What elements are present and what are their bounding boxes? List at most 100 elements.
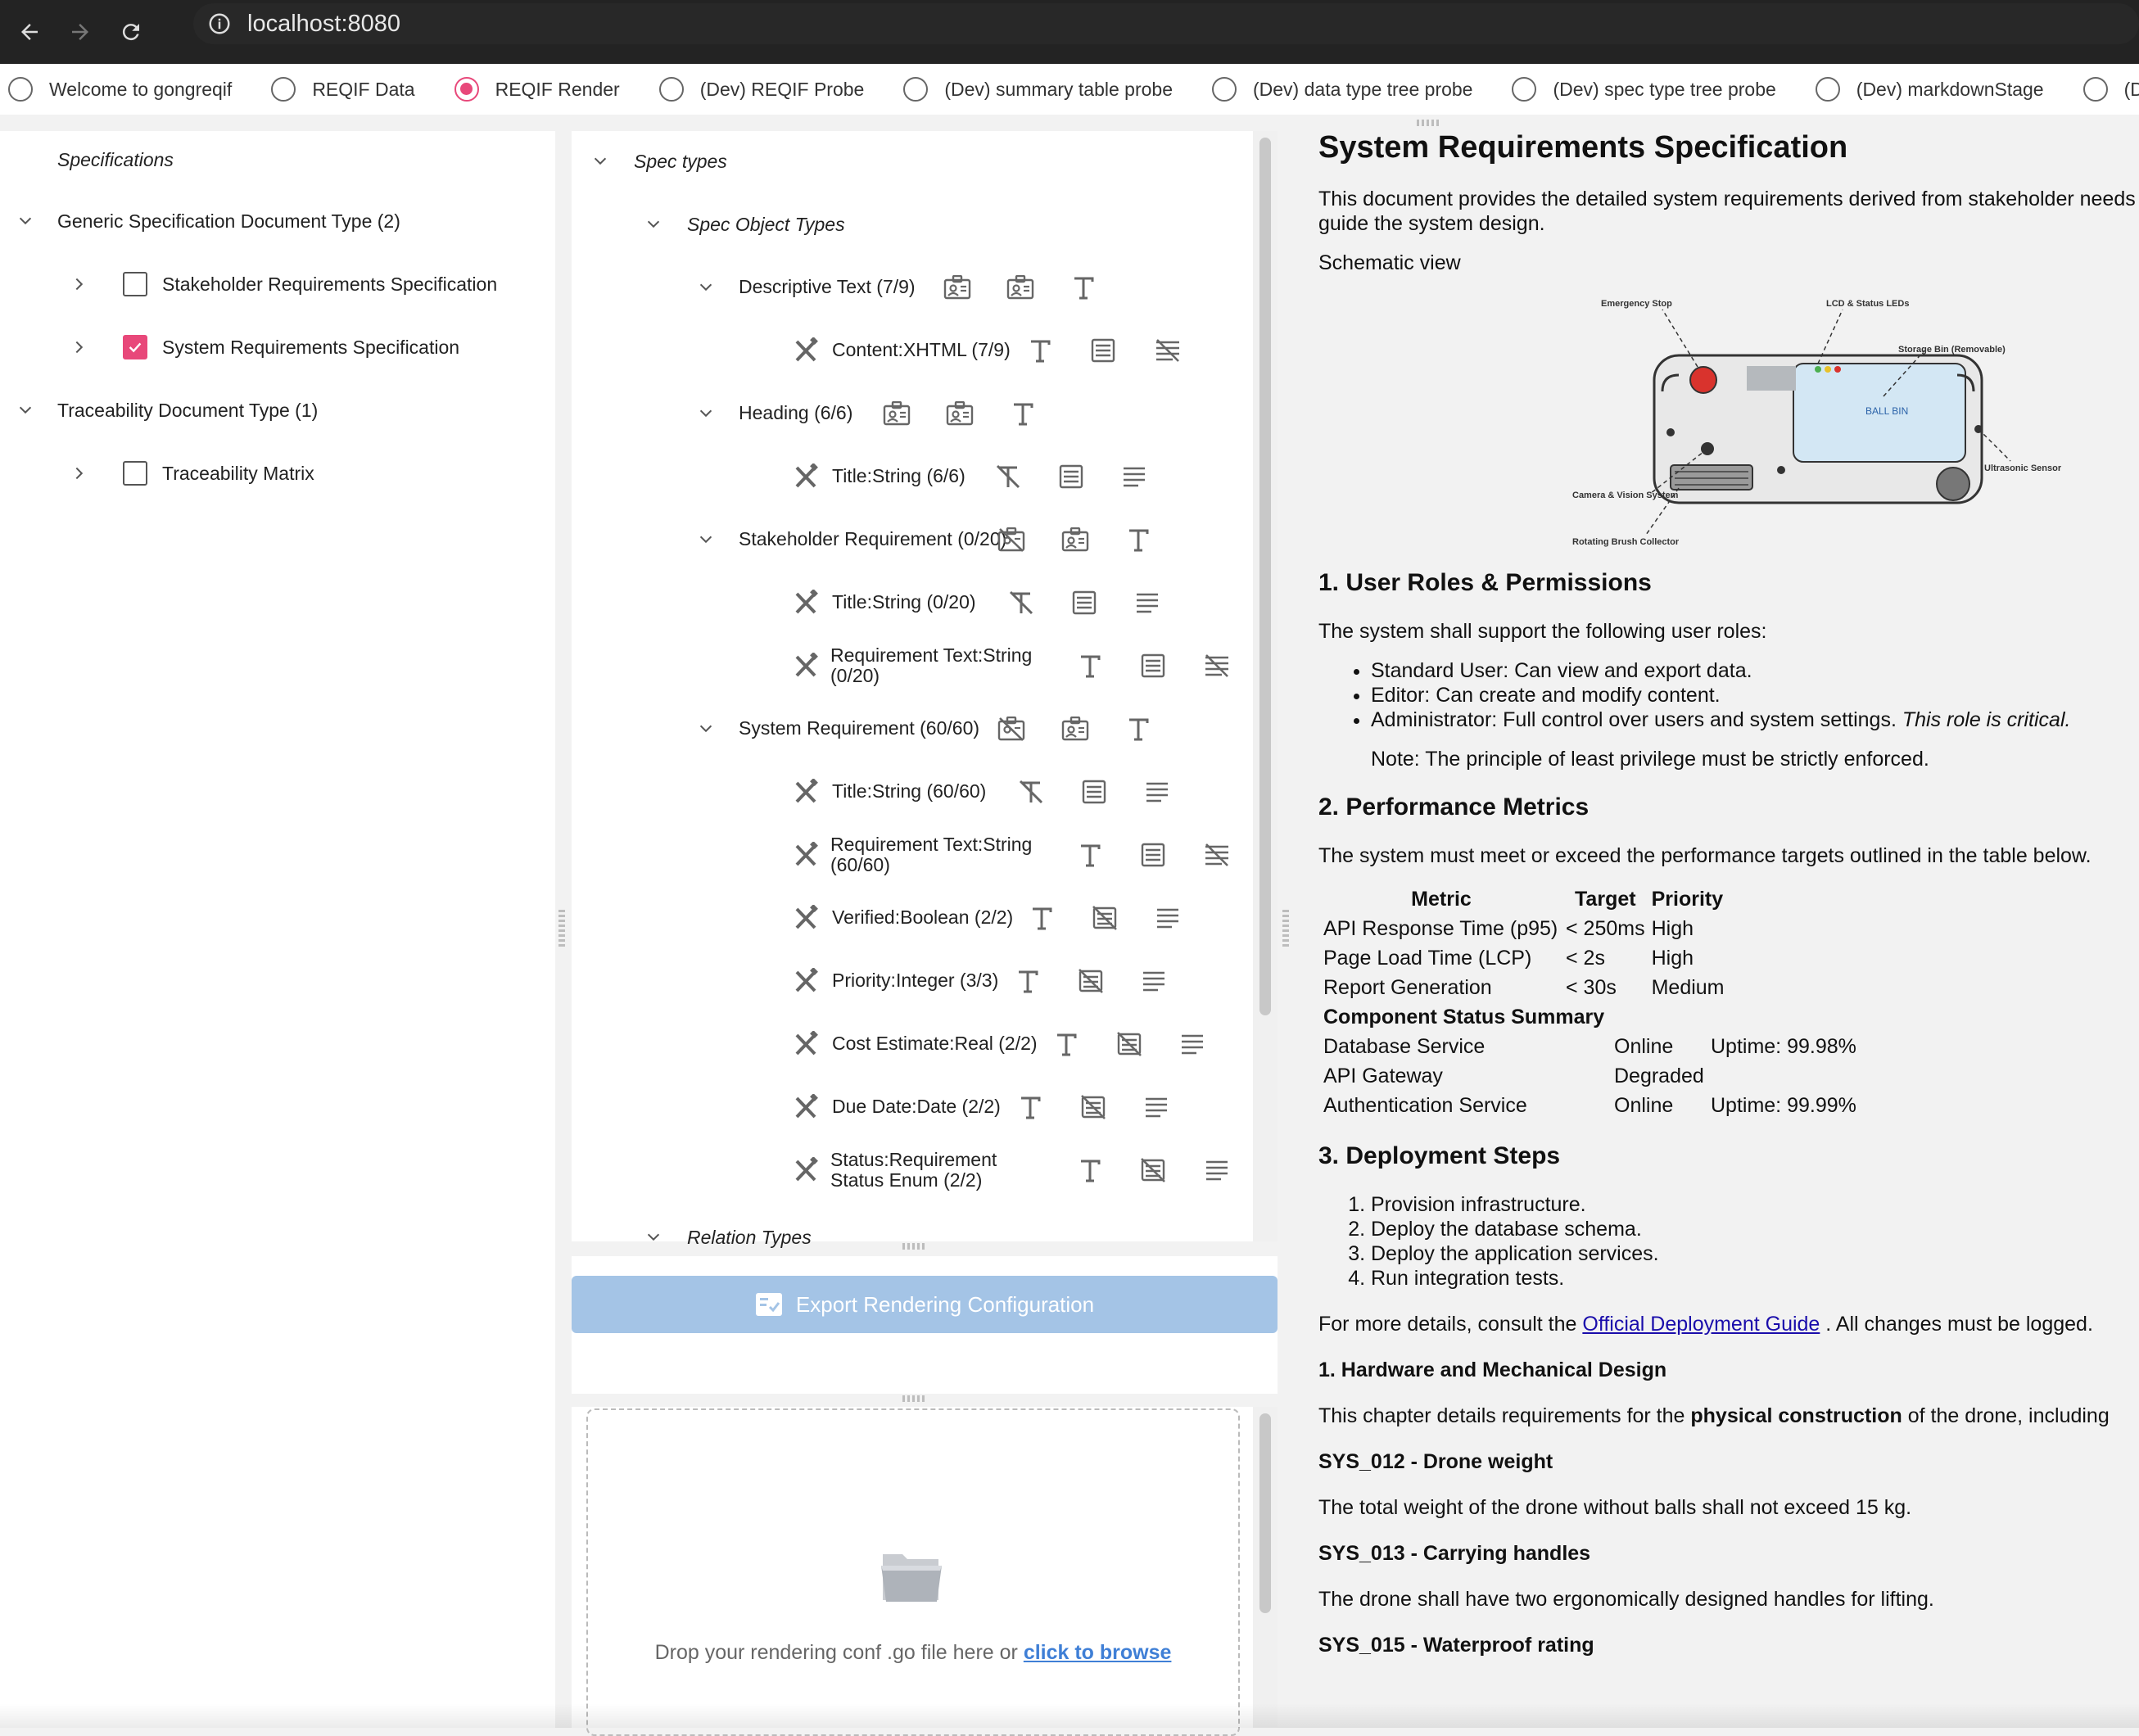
- table-off-icon[interactable]: [1075, 965, 1106, 997]
- paragraph-icon[interactable]: [1119, 461, 1150, 492]
- text-off-icon[interactable]: [1015, 776, 1047, 807]
- text-icon[interactable]: [1068, 272, 1099, 303]
- paragraph-icon[interactable]: [1132, 587, 1163, 618]
- site-info-icon[interactable]: [205, 9, 234, 38]
- tree-group-traceability[interactable]: Traceability Document Type (1): [13, 398, 318, 423]
- chevron-down-icon[interactable]: [13, 398, 38, 423]
- checkbox[interactable]: [123, 461, 147, 486]
- badge-icon[interactable]: [1060, 713, 1091, 744]
- tab-dev-reqif-probe[interactable]: (Dev) REQIF Probe: [651, 64, 864, 115]
- badge-off-icon[interactable]: [996, 524, 1027, 555]
- paragraph-icon[interactable]: [1142, 776, 1173, 807]
- relation-types-row[interactable]: Relation Types: [641, 1225, 812, 1250]
- tools-icon[interactable]: [791, 776, 822, 807]
- badge-icon[interactable]: [944, 398, 975, 429]
- table-off-icon[interactable]: [1114, 1028, 1145, 1060]
- radio-icon[interactable]: [1512, 77, 1537, 102]
- radio-icon[interactable]: [271, 77, 296, 102]
- chevron-right-icon[interactable]: [67, 461, 92, 486]
- text-off-icon[interactable]: [1006, 587, 1037, 618]
- text-icon[interactable]: [1123, 713, 1154, 744]
- table-off-icon[interactable]: [1089, 902, 1120, 934]
- radio-icon[interactable]: [903, 77, 929, 102]
- chevron-down-icon[interactable]: [588, 149, 613, 174]
- resize-handle[interactable]: [902, 1243, 927, 1250]
- tools-icon[interactable]: [791, 902, 822, 934]
- tab-dev-data-type-tree-probe[interactable]: (Dev) data type tree probe: [1204, 64, 1472, 115]
- tree-group-generic[interactable]: Generic Specification Document Type (2): [13, 209, 400, 233]
- checkbox-checked[interactable]: [123, 335, 147, 359]
- tools-icon[interactable]: [791, 1155, 822, 1186]
- tree-item-stakeholder-spec[interactable]: Stakeholder Requirements Specification: [67, 272, 497, 296]
- tab-dev-spec-type-tree-probe[interactable]: (Dev) spec type tree probe: [1504, 64, 1776, 115]
- tools-icon[interactable]: [791, 965, 822, 997]
- paragraph-off-icon[interactable]: [1152, 335, 1183, 366]
- tab-reqif-render[interactable]: REQIF Render: [446, 64, 620, 115]
- spec-types-header-row[interactable]: Spec types: [588, 149, 727, 174]
- text-icon[interactable]: [1074, 650, 1106, 681]
- tools-icon[interactable]: [791, 461, 822, 492]
- table-icon[interactable]: [1088, 335, 1119, 366]
- address-bar[interactable]: localhost:8080: [193, 3, 2139, 44]
- text-icon[interactable]: [1074, 1155, 1106, 1186]
- chevron-down-icon[interactable]: [641, 212, 666, 237]
- tab-reqif-data[interactable]: REQIF Data: [263, 64, 415, 115]
- resize-handle[interactable]: [1282, 909, 1289, 947]
- checkbox[interactable]: [123, 272, 147, 296]
- paragraph-icon[interactable]: [1141, 1092, 1172, 1123]
- table-icon[interactable]: [1137, 650, 1169, 681]
- chevron-down-icon[interactable]: [690, 272, 721, 303]
- chevron-down-icon[interactable]: [690, 524, 721, 555]
- radio-icon[interactable]: [2082, 77, 2108, 102]
- chevron-down-icon[interactable]: [13, 209, 38, 233]
- tools-icon[interactable]: [791, 335, 822, 366]
- radio-icon[interactable]: [1212, 77, 1237, 102]
- text-icon[interactable]: [1051, 1028, 1082, 1060]
- radio-icon[interactable]: [658, 77, 684, 102]
- tools-icon[interactable]: [791, 1092, 822, 1123]
- tools-icon[interactable]: [791, 839, 822, 870]
- tab-welcome[interactable]: Welcome to gongreqif: [0, 64, 232, 115]
- tools-icon[interactable]: [791, 650, 822, 681]
- spec-object-types-row[interactable]: Spec Object Types: [641, 212, 845, 237]
- tab-dev-markdown-stage[interactable]: (Dev) markdownStage: [1807, 64, 2044, 115]
- tree-item-traceability-matrix[interactable]: Traceability Matrix: [67, 461, 314, 486]
- chevron-right-icon[interactable]: [67, 335, 92, 359]
- table-off-icon[interactable]: [1137, 1155, 1169, 1186]
- scrollbar-thumb[interactable]: [1259, 1413, 1271, 1613]
- badge-icon[interactable]: [1005, 272, 1036, 303]
- text-icon[interactable]: [1007, 398, 1038, 429]
- text-off-icon[interactable]: [993, 461, 1024, 492]
- tab-dev-more[interactable]: (D: [2075, 64, 2139, 115]
- tab-dev-summary-table-probe[interactable]: (Dev) summary table probe: [895, 64, 1173, 115]
- table-icon[interactable]: [1069, 587, 1100, 618]
- paragraph-off-icon[interactable]: [1201, 650, 1232, 681]
- text-icon[interactable]: [1026, 902, 1057, 934]
- reload-icon[interactable]: [110, 11, 152, 53]
- back-icon[interactable]: [8, 11, 51, 53]
- tools-icon[interactable]: [791, 587, 822, 618]
- resize-handle[interactable]: [558, 909, 565, 947]
- official-deployment-guide-link[interactable]: Official Deployment Guide: [1582, 1313, 1820, 1336]
- paragraph-icon[interactable]: [1177, 1028, 1208, 1060]
- tools-icon[interactable]: [791, 1028, 822, 1060]
- radio-selected-icon[interactable]: [454, 77, 479, 102]
- text-icon[interactable]: [1024, 335, 1056, 366]
- tree-item-system-spec[interactable]: System Requirements Specification: [67, 335, 459, 359]
- radio-icon[interactable]: [1815, 77, 1840, 102]
- table-off-icon[interactable]: [1078, 1092, 1109, 1123]
- scrollbar-thumb[interactable]: [1259, 138, 1271, 1015]
- badge-icon[interactable]: [881, 398, 912, 429]
- badge-off-icon[interactable]: [996, 713, 1027, 744]
- browse-link[interactable]: click to browse: [1024, 1641, 1172, 1664]
- badge-icon[interactable]: [1060, 524, 1091, 555]
- forward-icon[interactable]: [59, 11, 102, 53]
- chevron-down-icon[interactable]: [690, 713, 721, 744]
- paragraph-icon[interactable]: [1138, 965, 1169, 997]
- paragraph-off-icon[interactable]: [1201, 839, 1232, 870]
- paragraph-icon[interactable]: [1201, 1155, 1232, 1186]
- table-icon[interactable]: [1079, 776, 1110, 807]
- badge-icon[interactable]: [942, 272, 973, 303]
- chevron-down-icon[interactable]: [690, 398, 721, 429]
- text-icon[interactable]: [1012, 965, 1043, 997]
